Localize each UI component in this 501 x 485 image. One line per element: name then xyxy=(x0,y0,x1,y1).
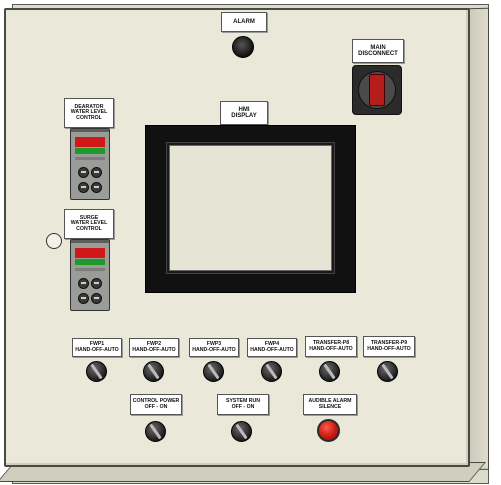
alarm-light-icon xyxy=(232,36,254,58)
alarm-label-text: ALARM xyxy=(233,18,255,25)
hmi-label-line2: DISPLAY xyxy=(231,113,257,119)
deaerator-right-button[interactable] xyxy=(91,182,102,193)
switch-mode: HAND-OFF-AUTO xyxy=(132,346,176,353)
fwp1-selector-switch[interactable] xyxy=(86,361,107,382)
audible-alarm-line2: SILENCE xyxy=(318,403,342,410)
transfer-p9-selector-switch[interactable] xyxy=(377,361,398,382)
switch-mode: HAND-OFF-AUTO xyxy=(367,345,411,352)
main-disconnect-line2: DISCONNECT xyxy=(358,51,398,57)
deaerator-label: DEARATOR WATER LEVEL CONTROL xyxy=(64,98,114,128)
door-latch-hole xyxy=(46,233,62,249)
audible-alarm-label: AUDIBLE ALARM SILENCE xyxy=(303,394,357,415)
surge-up-button[interactable] xyxy=(91,278,102,289)
deaerator-display-green xyxy=(75,148,105,154)
system-run-selector-switch[interactable] xyxy=(231,421,252,442)
switch-label-transfer-p8: TRANSFER-P8 HAND-OFF-AUTO xyxy=(305,336,357,357)
surge-left-button[interactable] xyxy=(78,293,89,304)
fwp4-selector-switch[interactable] xyxy=(261,361,282,382)
system-run-line2: OFF - ON xyxy=(231,403,255,410)
switch-mode: HAND-OFF-AUTO xyxy=(75,346,119,353)
switch-label-fwp1: FWP1 HAND-OFF-AUTO xyxy=(72,338,122,357)
control-power-selector-switch[interactable] xyxy=(145,421,166,442)
switch-mode: HAND-OFF-AUTO xyxy=(192,346,236,353)
switch-label-fwp4: FWP4 HAND-OFF-AUTO xyxy=(247,338,297,357)
disconnect-handle[interactable] xyxy=(369,74,385,106)
switch-mode: HAND-OFF-AUTO xyxy=(250,346,294,353)
fwp3-selector-switch[interactable] xyxy=(203,361,224,382)
deaerator-up-button[interactable] xyxy=(91,167,102,178)
surge-line3: CONTROL xyxy=(76,225,102,232)
control-power-label: CONTROL POWER OFF - ON xyxy=(130,394,182,415)
surge-right-button[interactable] xyxy=(91,293,102,304)
surge-controller[interactable] xyxy=(70,239,110,311)
switch-label-fwp2: FWP2 HAND-OFF-AUTO xyxy=(129,338,179,357)
surge-label: SURGE WATER LEVEL CONTROL xyxy=(64,209,114,239)
switch-label-transfer-p9: TRANSFER-P9 HAND-OFF-AUTO xyxy=(363,336,415,357)
main-disconnect-label: MAIN DISCONNECT xyxy=(352,39,404,63)
system-run-label: SYSTEM RUN OFF - ON xyxy=(217,394,269,415)
deaerator-display-red xyxy=(75,137,105,147)
hmi-display[interactable] xyxy=(169,145,332,271)
switch-label-fwp3: FWP3 HAND-OFF-AUTO xyxy=(189,338,239,357)
audible-alarm-silence-button[interactable] xyxy=(317,419,340,442)
control-power-line2: OFF - ON xyxy=(144,403,168,410)
fwp2-selector-switch[interactable] xyxy=(143,361,164,382)
deaerator-line3: CONTROL xyxy=(76,114,102,121)
control-panel: ALARM MAIN DISCONNECT HMI DISPLAY DEARAT… xyxy=(0,0,501,485)
surge-display-green xyxy=(75,259,105,265)
switch-mode: HAND-OFF-AUTO xyxy=(309,345,353,352)
surge-down-button[interactable] xyxy=(78,278,89,289)
deaerator-down-button[interactable] xyxy=(78,167,89,178)
hmi-label: HMI DISPLAY xyxy=(220,101,268,125)
surge-display-red xyxy=(75,248,105,258)
transfer-p8-selector-switch[interactable] xyxy=(319,361,340,382)
deaerator-left-button[interactable] xyxy=(78,182,89,193)
deaerator-controller[interactable] xyxy=(70,128,110,200)
alarm-label: ALARM xyxy=(221,12,267,32)
